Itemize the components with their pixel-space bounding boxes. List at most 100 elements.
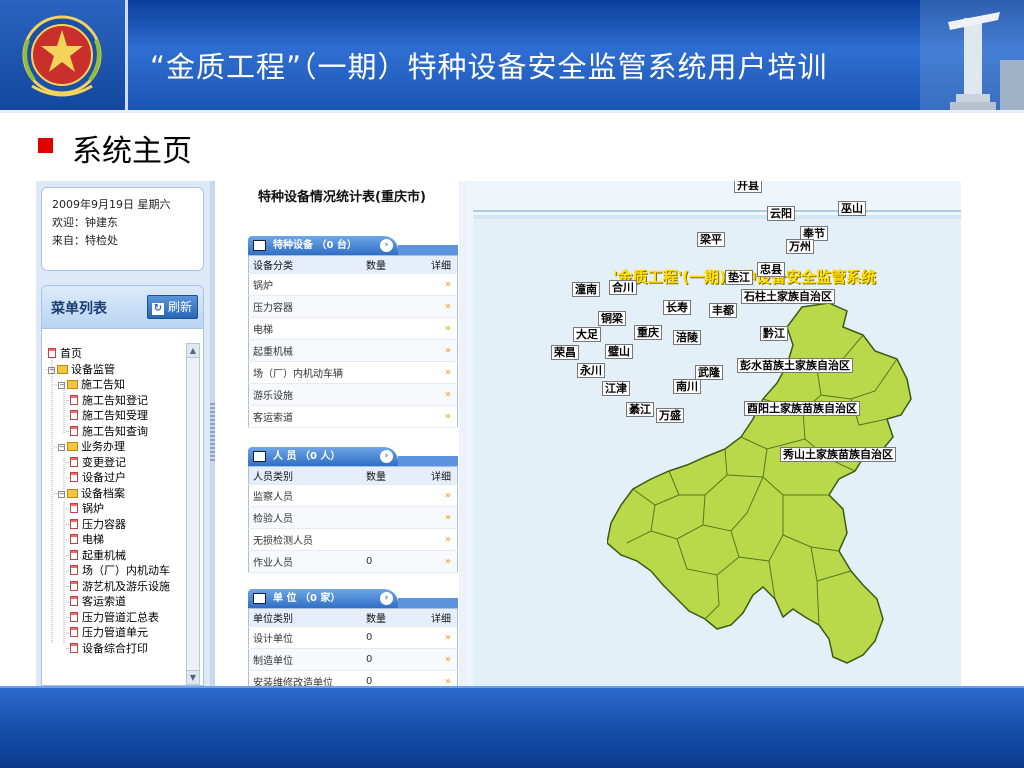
map-region-label[interactable]: 巫山 (838, 201, 866, 216)
table-row: 客运索道 » (248, 405, 458, 428)
map-region-label[interactable]: 江津 (602, 381, 630, 396)
map-region-label[interactable]: 铜梁 (598, 311, 626, 326)
expand-arrow-icon[interactable]: › (380, 592, 393, 605)
table-row: 场（厂）内机动车辆 » (248, 361, 458, 384)
detail-link-icon[interactable]: » (427, 506, 458, 529)
tree-item[interactable]: 压力管道汇总表 (70, 611, 159, 625)
tree-item[interactable]: 锅炉 (70, 502, 104, 516)
personnel-table: 人员类别 数量 详细 监察人员» 检验人员» 无损检测人员» 作业人员 0» (248, 466, 458, 573)
tree-item[interactable]: 施工告知登记 (70, 394, 148, 408)
tab-personnel[interactable]: 人 员 （0 人） › (248, 447, 398, 466)
chongqing-map[interactable] (607, 299, 961, 669)
map-region-label[interactable]: 长寿 (663, 300, 691, 315)
tree-folder[interactable]: − 设备档案 (58, 487, 125, 501)
tree-item-label: 游艺机及游乐设施 (82, 579, 170, 593)
detail-link-icon[interactable]: » (427, 550, 458, 573)
map-region-label[interactable]: 丰都 (709, 303, 737, 318)
map-region-label[interactable]: 武隆 (695, 365, 723, 380)
detail-link-icon[interactable]: » (427, 648, 458, 671)
building-icon (253, 593, 266, 604)
column-header: 详细 (427, 466, 458, 485)
tab-units[interactable]: 单 位 （0 家） › (248, 589, 398, 608)
tree-item[interactable]: 起重机械 (70, 549, 126, 563)
menu-scrollbar[interactable]: ▲ ▼ (186, 343, 200, 685)
map-region-label[interactable]: 石柱土家族自治区 (741, 289, 835, 304)
map-region-label[interactable]: 重庆 (634, 325, 662, 340)
tree-item[interactable]: 客运索道 (70, 595, 126, 609)
map-region-label[interactable]: 万盛 (656, 408, 684, 423)
tree-item[interactable]: 压力容器 (70, 518, 126, 532)
table-row: 监察人员 » (248, 484, 458, 507)
detail-link-icon[interactable]: » (427, 295, 458, 318)
map-region-label[interactable]: 潼南 (572, 282, 600, 297)
units-panel-header: 单 位 （0 家） › (248, 589, 458, 608)
tree-item[interactable]: 变更登记 (70, 456, 126, 470)
collapse-icon[interactable]: − (58, 490, 65, 498)
detail-link-icon[interactable]: » (427, 339, 458, 362)
scroll-up-icon[interactable]: ▲ (187, 344, 199, 358)
map-region-label[interactable]: 涪陵 (673, 330, 701, 345)
detail-link-icon[interactable]: » (427, 405, 458, 428)
map-region-label[interactable]: 万州 (786, 239, 814, 254)
detail-link-icon[interactable]: » (427, 361, 458, 384)
map-region-label[interactable]: 开县 (734, 181, 762, 193)
row-quantity (362, 273, 427, 296)
scroll-down-icon[interactable]: ▼ (187, 670, 199, 684)
map-region-label[interactable]: 梁平 (697, 232, 725, 247)
tree-item[interactable]: 设备过户 (70, 471, 126, 485)
map-region-label[interactable]: 忠县 (757, 262, 785, 277)
stats-scrollbar[interactable] (459, 181, 467, 686)
tree-folder[interactable]: − 设备监管 (48, 363, 115, 377)
detail-link-icon[interactable]: » (427, 383, 458, 406)
map-region-label[interactable]: 彭水苗族土家族自治区 (737, 358, 853, 373)
map-region-label[interactable]: 秀山土家族苗族自治区 (780, 447, 896, 462)
collapse-icon[interactable]: − (58, 444, 65, 451)
tree-item[interactable]: 场（厂）内机动车 (70, 564, 170, 578)
tree-item[interactable]: 施工告知查询 (70, 425, 148, 439)
row-quantity (362, 528, 427, 551)
map-region-label[interactable]: 南川 (673, 379, 701, 394)
equipment-panel-header: 特种设备 （0 台） › (248, 236, 458, 255)
detail-link-icon[interactable]: » (427, 670, 458, 686)
detail-link-icon[interactable]: » (427, 273, 458, 296)
map-region-label[interactable]: 綦江 (626, 402, 654, 417)
map-region-label[interactable]: 垫江 (725, 270, 753, 285)
tree-item[interactable]: 电梯 (70, 533, 104, 547)
detail-link-icon[interactable]: » (427, 626, 458, 649)
map-region-label[interactable]: 酉阳土家族苗族自治区 (744, 401, 860, 416)
welcome-text: 欢迎：钟建东 (52, 216, 118, 229)
tree-item[interactable]: 游艺机及游乐设施 (70, 580, 170, 594)
tree-item[interactable]: 设备综合打印 (70, 642, 148, 656)
personnel-panel: 人 员 （0 人） › 人员类别 数量 详细 监察人员» 检验人员» 无损检测人员» 作业人… (248, 447, 458, 573)
tree-folder[interactable]: − 业务办理 (58, 440, 125, 454)
map-region-label[interactable]: 大足 (573, 327, 601, 342)
row-quantity (362, 361, 427, 384)
detail-link-icon[interactable]: » (427, 528, 458, 551)
map-region-label[interactable]: 云阳 (767, 206, 795, 221)
row-quantity (362, 484, 427, 507)
expand-arrow-icon[interactable]: › (380, 450, 393, 463)
map-region-label[interactable]: 荣昌 (551, 345, 579, 360)
tree-folder[interactable]: − 施工告知 (58, 378, 125, 392)
expand-arrow-icon[interactable]: › (380, 239, 393, 252)
collapse-icon[interactable]: − (48, 366, 55, 374)
tab-equipment[interactable]: 特种设备 （0 台） › (248, 236, 398, 255)
page-icon (70, 456, 78, 467)
tree-item[interactable]: 施工告知受理 (70, 409, 148, 423)
tree-item-label: 场（厂）内机动车 (82, 564, 170, 577)
map-region-label[interactable]: 璧山 (605, 344, 633, 359)
table-header-row: 人员类别 数量 详细 (248, 466, 458, 485)
detail-link-icon[interactable]: » (427, 484, 458, 507)
tree-item[interactable]: 压力管道单元 (70, 626, 148, 640)
map-region-label[interactable]: 黔江 (760, 326, 788, 341)
map-region-label[interactable]: 合川 (609, 280, 637, 295)
page-icon (70, 472, 78, 482)
tree-item-label: 压力容器 (82, 517, 126, 531)
detail-link-icon[interactable]: » (427, 317, 458, 340)
refresh-button[interactable]: ↻ 刷新 (147, 295, 198, 319)
tree-item[interactable]: 首页 (48, 347, 82, 361)
stats-pane: 特种设备情况统计表(重庆市) 特种设备 （0 台） › 设备分类 数量 详细 锅炉» 压… (215, 181, 467, 686)
map-pane: '金质工程'(一期)特种设备安全监管系统 (467, 181, 961, 686)
collapse-icon[interactable]: − (58, 382, 65, 389)
map-region-label[interactable]: 永川 (577, 363, 605, 378)
